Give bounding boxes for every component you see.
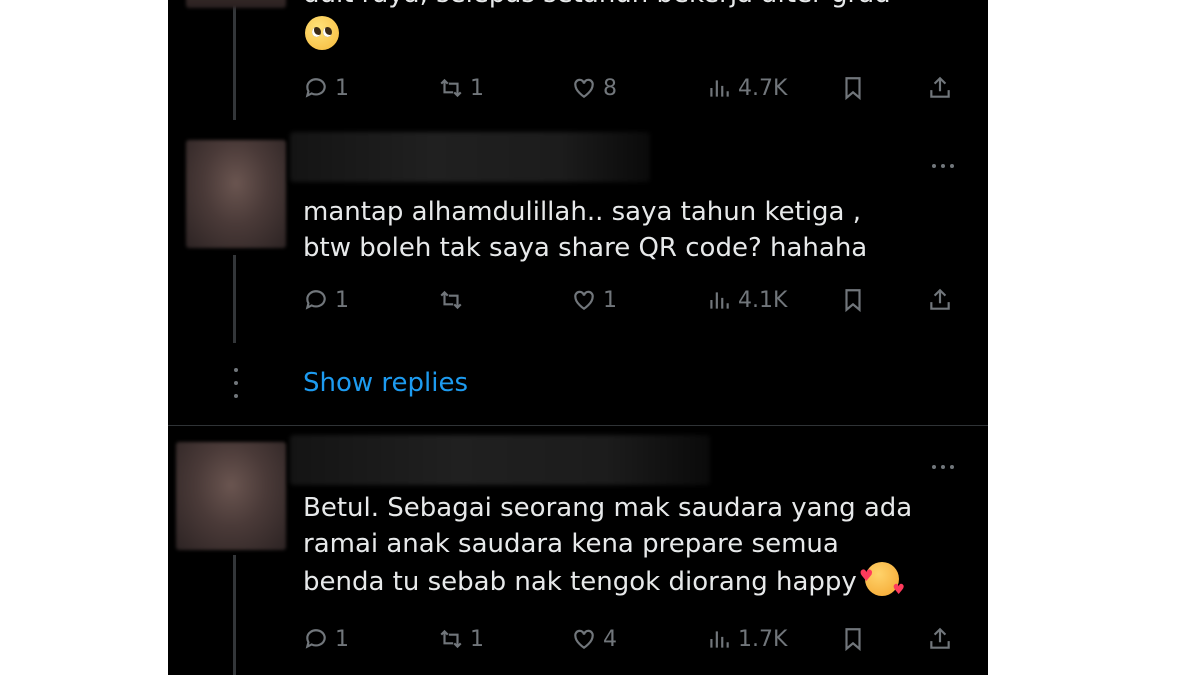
repost-count: 1 bbox=[470, 626, 484, 652]
view-count: 1.7K bbox=[738, 626, 788, 652]
share-button[interactable] bbox=[927, 70, 953, 106]
bookmark-icon bbox=[845, 628, 861, 652]
like-button[interactable]: 1 bbox=[571, 282, 617, 318]
bookmark-icon bbox=[845, 77, 861, 101]
reply-count: 1 bbox=[335, 75, 349, 101]
tweet-actions: 1 1 4 1.7K bbox=[303, 621, 963, 657]
avatar[interactable] bbox=[186, 140, 286, 248]
share-icon bbox=[930, 288, 950, 310]
view-count: 4.7K bbox=[738, 75, 788, 101]
reply-icon bbox=[305, 290, 326, 310]
like-button[interactable]: 4 bbox=[571, 621, 617, 657]
views-button[interactable]: 4.1K bbox=[706, 282, 787, 318]
more-dot bbox=[941, 465, 945, 469]
reply-button[interactable]: 1 bbox=[303, 621, 349, 657]
heart-icon bbox=[574, 290, 594, 310]
like-button[interactable]: 8 bbox=[571, 70, 617, 106]
more-dot bbox=[932, 465, 936, 469]
dot bbox=[234, 381, 238, 385]
view-count: 4.1K bbox=[738, 287, 788, 313]
share-button[interactable] bbox=[927, 621, 953, 657]
smiling-face-with-hearts-icon bbox=[859, 558, 905, 608]
bookmark-icon bbox=[845, 289, 861, 313]
thread-line bbox=[233, 255, 236, 343]
tweet-actions: 1 1 8 4.7K bbox=[303, 70, 963, 106]
repost-icon bbox=[440, 290, 462, 310]
heart-icon bbox=[574, 78, 594, 98]
more-options-button[interactable] bbox=[923, 457, 963, 477]
collapsed-thread-dots bbox=[233, 368, 239, 398]
bookmark-button[interactable] bbox=[840, 282, 866, 318]
thread-line bbox=[233, 0, 236, 120]
reply-button[interactable]: 1 bbox=[303, 282, 349, 318]
views-icon bbox=[710, 631, 729, 648]
redacted-user-name bbox=[290, 435, 710, 485]
reply-count: 1 bbox=[335, 287, 349, 313]
more-dot bbox=[932, 164, 936, 168]
avatar[interactable] bbox=[186, 0, 286, 8]
divider bbox=[168, 425, 988, 426]
repost-button[interactable] bbox=[438, 282, 470, 318]
dot bbox=[234, 394, 238, 398]
repost-button[interactable]: 1 bbox=[438, 621, 484, 657]
reply-count: 1 bbox=[335, 626, 349, 652]
reply-thread: duit raya, selepas setahun bekerja after… bbox=[168, 0, 988, 675]
thread-line bbox=[233, 555, 236, 675]
like-count: 8 bbox=[603, 75, 617, 101]
more-options-button[interactable] bbox=[923, 156, 963, 176]
repost-button[interactable]: 1 bbox=[438, 70, 484, 106]
heart-icon bbox=[574, 629, 594, 649]
tweet-emoji-line bbox=[305, 16, 339, 50]
more-dot bbox=[950, 164, 954, 168]
tweet-actions: 1 1 4.1K bbox=[303, 282, 963, 318]
views-button[interactable]: 4.7K bbox=[706, 70, 787, 106]
tweet-text: Betul. Sebagai seorang mak saudara yang … bbox=[303, 490, 963, 608]
more-dot bbox=[941, 164, 945, 168]
share-icon bbox=[930, 627, 950, 649]
reply-button[interactable]: 1 bbox=[303, 70, 349, 106]
redacted-user-name bbox=[290, 132, 650, 182]
views-button[interactable]: 1.7K bbox=[706, 621, 787, 657]
like-count: 4 bbox=[603, 626, 617, 652]
share-button[interactable] bbox=[927, 282, 953, 318]
reply-icon bbox=[305, 78, 326, 98]
bookmark-button[interactable] bbox=[840, 621, 866, 657]
tweet-text-content: Betul. Sebagai seorang mak saudara yang … bbox=[303, 493, 913, 597]
bookmark-button[interactable] bbox=[840, 70, 866, 106]
show-replies-link[interactable]: Show replies bbox=[303, 363, 468, 403]
dot bbox=[234, 368, 238, 372]
repost-count: 1 bbox=[470, 75, 484, 101]
tweet-text: mantap alhamdulillah.. saya tahun ketiga… bbox=[303, 197, 868, 263]
avatar[interactable] bbox=[176, 442, 286, 550]
views-icon bbox=[710, 292, 729, 309]
reply-icon bbox=[305, 629, 326, 649]
tweet-text: duit raya, selepas setahun bekerja after… bbox=[303, 0, 963, 12]
like-count: 1 bbox=[603, 287, 617, 313]
more-dot bbox=[950, 465, 954, 469]
views-icon bbox=[710, 80, 729, 97]
pleading-face-icon bbox=[305, 16, 339, 50]
repost-icon bbox=[440, 629, 462, 649]
share-icon bbox=[930, 76, 950, 98]
repost-icon bbox=[440, 78, 462, 98]
